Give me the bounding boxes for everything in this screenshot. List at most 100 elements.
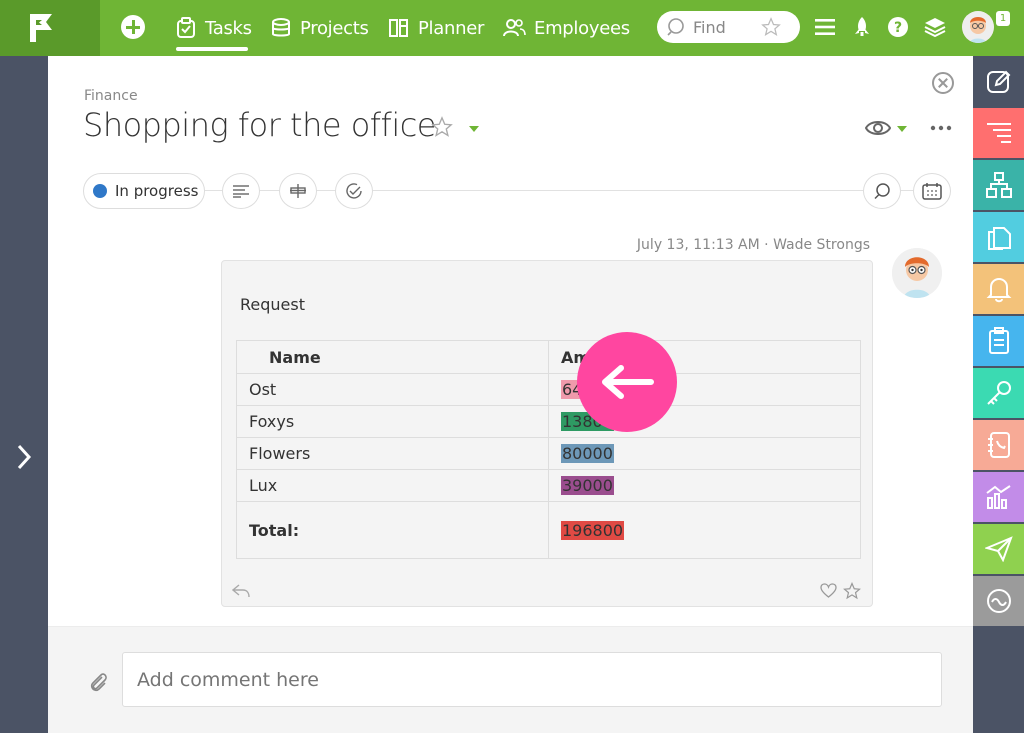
notification-badge: 1 (996, 11, 1010, 26)
row-amount: 39000 (561, 476, 614, 495)
table-row: Lux 39000 (236, 469, 861, 502)
task-panel: Finance Shopping for the office In progr… (48, 56, 973, 733)
table-body: Ost 64500 Foxys 13800 Flowers 80000 Lux … (236, 373, 861, 559)
star-icon[interactable] (761, 17, 781, 37)
search-icon (874, 183, 890, 200)
hierarchy-icon (290, 184, 306, 198)
flag-logo-icon (30, 14, 52, 42)
svg-text:?: ? (894, 20, 902, 36)
rail-documents[interactable] (973, 212, 1024, 262)
message-author[interactable]: Wade Strongs (773, 237, 870, 253)
projects-icon (272, 18, 290, 37)
meta-separator: · (764, 237, 769, 253)
top-navigation-bar: Tasks Projects Planner Employees Find ? … (0, 0, 1024, 56)
table-row: Flowers 80000 (236, 437, 861, 470)
app-logo[interactable] (0, 0, 100, 56)
rocket-icon[interactable] (849, 14, 875, 40)
add-button[interactable] (121, 15, 145, 39)
text-lines-icon (233, 185, 249, 198)
row-amount: 80000 (561, 444, 614, 463)
search-in-task-button[interactable] (863, 173, 901, 209)
description-button[interactable] (222, 173, 260, 209)
paperclip-icon[interactable] (88, 671, 108, 695)
rail-org-chart[interactable] (973, 160, 1024, 210)
employees-icon (503, 19, 526, 37)
arrow-left-icon (602, 365, 654, 399)
search-input[interactable]: Find (657, 11, 800, 43)
message-card: Request Name Amount Ost 64500 Foxys 1380… (221, 260, 873, 607)
help-icon[interactable]: ? (885, 14, 911, 40)
status-dot (93, 184, 107, 198)
watch-dropdown-caret[interactable] (897, 126, 907, 132)
calendar-button[interactable] (913, 173, 951, 209)
author-avatar[interactable] (892, 248, 942, 298)
close-icon[interactable] (932, 72, 954, 94)
nav-planner[interactable]: Planner (388, 0, 484, 56)
breadcrumb[interactable]: Finance (84, 88, 138, 104)
user-avatar[interactable] (962, 11, 994, 43)
active-tab-indicator (176, 47, 248, 51)
nav-tasks-label: Tasks (205, 17, 252, 39)
nav-projects[interactable]: Projects (270, 0, 369, 56)
reply-icon[interactable] (232, 583, 250, 599)
comment-input[interactable] (122, 652, 942, 707)
comment-area (48, 627, 973, 733)
rail-wave[interactable] (973, 576, 1024, 626)
chevron-right-icon[interactable] (12, 442, 36, 472)
menu-icon[interactable] (812, 14, 838, 40)
row-name: Ost (236, 373, 549, 406)
rail-edit[interactable] (973, 56, 1024, 106)
rail-notifications[interactable] (973, 264, 1024, 314)
table-row: Foxys 13800 (236, 405, 861, 438)
star-icon[interactable] (843, 582, 861, 600)
toolbar-divider (84, 190, 948, 191)
row-name: Flowers (236, 437, 549, 470)
phone-book-icon (987, 432, 1010, 458)
wave-icon (986, 589, 1011, 613)
rail-analytics[interactable] (973, 472, 1024, 522)
row-name: Foxys (236, 405, 549, 438)
amounts-table: Name Amount Ost 64500 Foxys 13800 Flower… (236, 340, 861, 559)
rail-contacts[interactable] (973, 420, 1024, 470)
check-circle-icon (346, 183, 362, 199)
more-options-icon[interactable] (930, 125, 952, 131)
nav-planner-label: Planner (418, 17, 485, 39)
bell-icon (986, 277, 1011, 303)
key-icon (986, 381, 1011, 405)
nav-projects-label: Projects (300, 17, 369, 39)
page-title: Shopping for the office (83, 106, 436, 144)
nav-employees-label: Employees (534, 17, 630, 39)
watch-eye-icon[interactable] (865, 118, 891, 138)
layers-icon[interactable] (922, 14, 948, 40)
left-sidebar (0, 56, 48, 733)
analytics-icon (985, 485, 1011, 509)
table-total-row: Total: 196800 (236, 501, 861, 559)
title-dropdown-caret[interactable] (469, 126, 479, 132)
send-icon (984, 536, 1013, 562)
rail-list[interactable] (973, 108, 1024, 158)
rail-clipboard[interactable] (973, 316, 1024, 366)
nav-employees[interactable]: Employees (502, 0, 630, 56)
total-amount-cell: 196800 (548, 501, 861, 559)
row-name: Lux (236, 469, 549, 502)
documents-icon (987, 227, 1011, 250)
status-label: In progress (115, 182, 199, 200)
org-chart-icon (985, 172, 1012, 198)
heart-icon[interactable] (820, 583, 837, 598)
subtasks-button[interactable] (279, 173, 317, 209)
total-label: Total: (236, 501, 549, 559)
table-header-row: Name Amount (236, 340, 861, 374)
search-placeholder: Find (693, 17, 726, 37)
back-arrow-button[interactable] (577, 332, 677, 432)
calendar-icon (922, 183, 942, 200)
checklist-button[interactable] (335, 173, 373, 209)
row-amount-cell: 80000 (548, 437, 861, 470)
message-timestamp: July 13, 11:13 AM (636, 237, 760, 253)
rail-key[interactable] (973, 368, 1024, 418)
rail-send[interactable] (973, 524, 1024, 574)
column-header-name: Name (236, 340, 549, 374)
favorite-star-icon[interactable] (431, 116, 453, 138)
table-row: Ost 64500 (236, 373, 861, 406)
status-button[interactable]: In progress (83, 173, 205, 209)
message-text: Request (240, 295, 305, 314)
